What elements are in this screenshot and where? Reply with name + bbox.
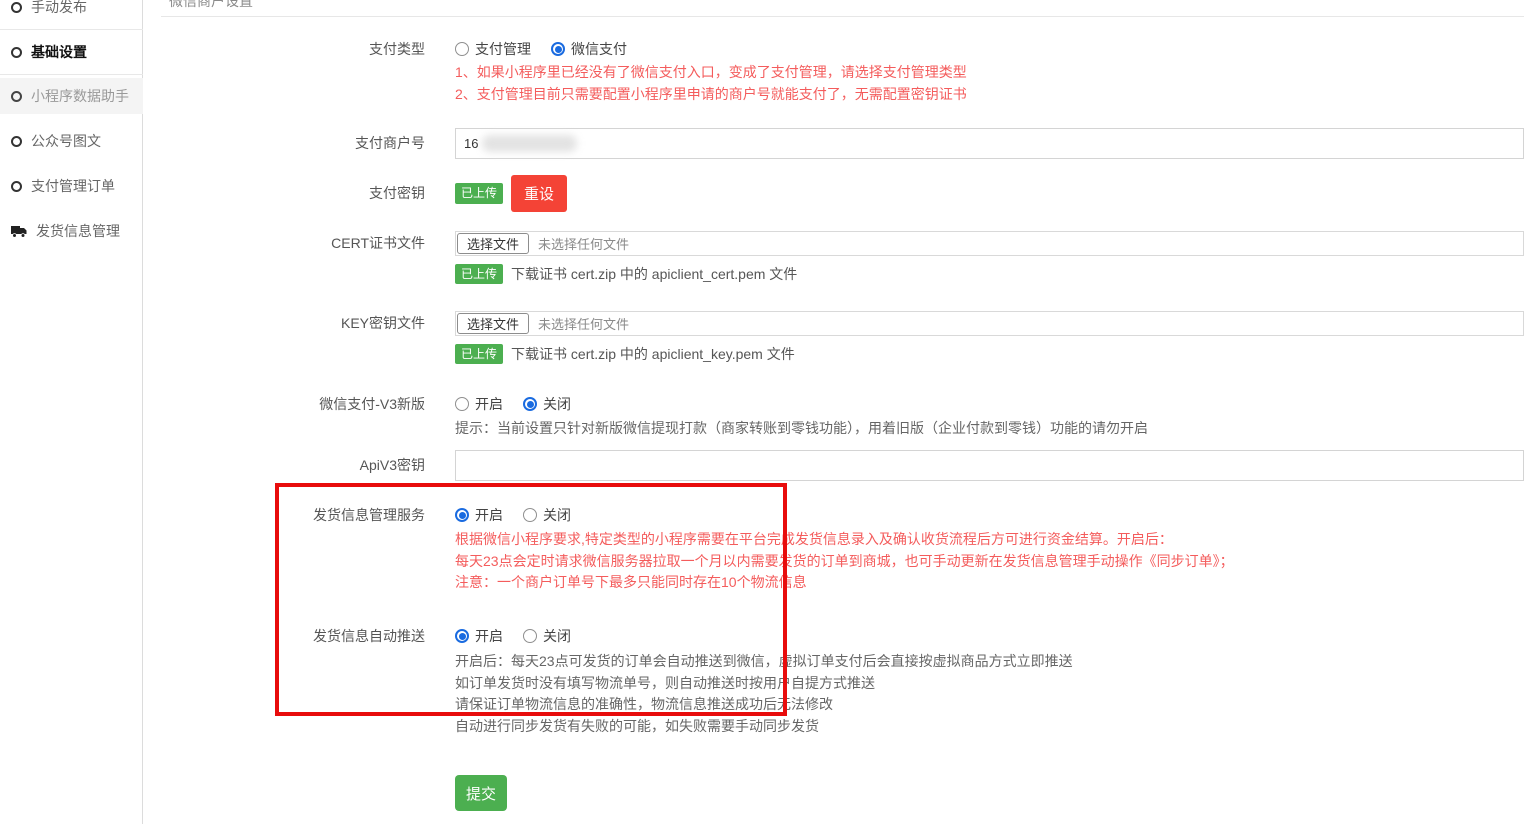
radio-option[interactable]: 关闭	[523, 394, 571, 414]
delivery-service-note-1: 根据微信小程序要求,特定类型的小程序需要在平台完成发货信息录入及确认收货流程后方…	[455, 529, 1524, 551]
uploaded-badge: 已上传	[455, 264, 503, 284]
submit-button[interactable]: 提交	[455, 775, 507, 811]
form-row-delivery-push: 发货信息自动推送 开启 关闭 开启后：每天23点可发货的订单会自动推送到微信，虚…	[163, 627, 1524, 737]
sidebar-item-shipping-info-manage[interactable]: 发货信息管理	[0, 216, 143, 246]
main-content: 微信商户设置 支付类型 支付管理 微信支付 1、如果小程序里已经没有了微信支付入…	[163, 0, 1524, 824]
radio-option[interactable]: 支付管理	[455, 39, 531, 59]
field-label: 发货信息自动推送	[163, 627, 425, 645]
radio-icon[interactable]	[455, 397, 469, 411]
delivery-push-hint-4: 自动进行同步发货有失败的可能，如失败需要手动同步发货	[455, 716, 1524, 738]
v3-radio-group: 开启 关闭	[455, 395, 1524, 413]
field-label: CERT证书文件	[163, 231, 425, 256]
radio-label: 开启	[475, 394, 503, 414]
field-label: 微信支付-V3新版	[163, 395, 425, 413]
form-row-key-file: KEY密钥文件 选择文件 未选择任何文件 已上传 下载证书 cert.zip 中…	[163, 311, 1524, 364]
merchant-id-value: 16	[464, 136, 478, 151]
radio-icon[interactable]	[523, 508, 537, 522]
radio-label: 关闭	[543, 505, 571, 525]
radio-label: 支付管理	[475, 39, 531, 59]
circle-icon	[11, 2, 22, 13]
radio-label: 开启	[475, 626, 503, 646]
radio-option[interactable]: 关闭	[523, 626, 571, 646]
radio-icon[interactable]	[551, 42, 565, 56]
choose-file-button[interactable]: 选择文件	[457, 313, 529, 334]
field-label: 支付密钥	[163, 175, 425, 212]
sidebar-item-basic-settings[interactable]: 基础设置	[0, 37, 143, 67]
form-row-delivery-service: 发货信息管理服务 开启 关闭 根据微信小程序要求,特定类型的小程序需要在平台完成…	[163, 506, 1524, 594]
delivery-push-hint-2: 如订单发货时没有填写物流单号，则自动推送时按用户自提方式推送	[455, 673, 1524, 695]
radio-icon[interactable]	[455, 42, 469, 56]
radio-label: 关闭	[543, 626, 571, 646]
form-row-pay-key: 支付密钥 已上传 重设	[163, 175, 1524, 212]
sidebar: 手动发布 基础设置 小程序数据助手 公众号图文 支付管理订单	[0, 0, 143, 824]
merchant-id-input[interactable]: 16	[455, 128, 1524, 159]
sidebar-item-payment-manage-orders[interactable]: 支付管理订单	[0, 171, 143, 201]
v3-hint: 提示：当前设置只针对新版微信提现打款（商家转账到零钱功能），用着旧版（企业付款到…	[455, 418, 1524, 440]
form-row-cert-file: CERT证书文件 选择文件 未选择任何文件 已上传 下载证书 cert.zip …	[163, 231, 1524, 284]
radio-label: 微信支付	[571, 39, 627, 59]
delivery-push-hint-3: 请保证订单物流信息的准确性，物流信息推送成功后无法修改	[455, 694, 1524, 716]
delivery-service-note-2: 每天23点会定时请求微信服务器拉取一个月以内需要发货的订单到商城，也可手动更新在…	[455, 551, 1524, 573]
radio-option[interactable]: 关闭	[523, 505, 571, 525]
field-label: 支付商户号	[163, 128, 425, 159]
sidebar-divider	[0, 74, 143, 75]
form-row-merchant-id: 支付商户号 16	[163, 128, 1524, 159]
redaction-blur	[482, 135, 577, 152]
delivery-push-hint-1: 开启后：每天23点可发货的订单会自动推送到微信，虚拟订单支付后会直接按虚拟商品方…	[455, 651, 1524, 673]
form-row-apiv3-key: ApiV3密钥	[163, 450, 1524, 481]
radio-option[interactable]: 微信支付	[551, 39, 627, 59]
pay-type-radio-group: 支付管理 微信支付	[455, 40, 1524, 58]
radio-option[interactable]: 开启	[455, 626, 503, 646]
cert-file-hint: 下载证书 cert.zip 中的 apiclient_cert.pem 文件	[511, 264, 797, 284]
circle-icon	[11, 136, 22, 147]
form-row-submit: 提交	[163, 775, 1524, 811]
circle-icon	[11, 91, 22, 102]
header-divider	[161, 16, 1524, 17]
field-label: 发货信息管理服务	[163, 506, 425, 524]
reset-key-button[interactable]: 重设	[511, 175, 567, 212]
field-label: ApiV3密钥	[163, 450, 425, 481]
radio-option[interactable]: 开启	[455, 394, 503, 414]
field-label: 支付类型	[163, 40, 425, 58]
page-title: 微信商户设置	[169, 0, 253, 11]
uploaded-badge: 已上传	[455, 183, 503, 203]
sidebar-item-label: 小程序数据助手	[31, 86, 129, 106]
circle-icon	[11, 47, 22, 58]
cert-file-input[interactable]: 选择文件 未选择任何文件	[455, 231, 1524, 256]
sidebar-item-label: 公众号图文	[31, 131, 101, 151]
no-file-chosen-text: 未选择任何文件	[538, 234, 629, 253]
key-file-input[interactable]: 选择文件 未选择任何文件	[455, 311, 1524, 336]
sidebar-divider	[0, 29, 143, 30]
delivery-push-radio-group: 开启 关闭	[455, 627, 1524, 645]
sidebar-item-label: 支付管理订单	[31, 176, 115, 196]
form-row-pay-type: 支付类型 支付管理 微信支付 1、如果小程序里已经没有了微信支付入口，变成了支付…	[163, 40, 1524, 105]
radio-icon[interactable]	[455, 629, 469, 643]
pay-type-note-1: 1、如果小程序里已经没有了微信支付入口，变成了支付管理，请选择支付管理类型	[455, 62, 1524, 84]
radio-icon[interactable]	[455, 508, 469, 522]
pay-type-note-2: 2、支付管理目前只需要配置小程序里申请的商户号就能支付了，无需配置密钥证书	[455, 84, 1524, 106]
radio-icon[interactable]	[523, 397, 537, 411]
radio-label: 开启	[475, 505, 503, 525]
field-label: KEY密钥文件	[163, 311, 425, 336]
circle-icon	[11, 181, 22, 192]
key-file-hint: 下载证书 cert.zip 中的 apiclient_key.pem 文件	[511, 344, 795, 364]
sidebar-item-label: 手动发布	[31, 0, 87, 17]
delivery-service-radio-group: 开启 关闭	[455, 506, 1524, 524]
sidebar-item-manual-publish[interactable]: 手动发布	[0, 0, 143, 22]
wechat-merchant-settings-page: 手动发布 基础设置 小程序数据助手 公众号图文 支付管理订单	[0, 0, 1524, 824]
radio-option[interactable]: 开启	[455, 505, 503, 525]
radio-icon[interactable]	[523, 629, 537, 643]
apiv3-key-input[interactable]	[455, 450, 1524, 481]
sidebar-item-label: 基础设置	[31, 42, 87, 62]
sidebar-item-miniprogram-data-assistant[interactable]: 小程序数据助手	[0, 81, 143, 111]
no-file-chosen-text: 未选择任何文件	[538, 314, 629, 333]
choose-file-button[interactable]: 选择文件	[457, 233, 529, 254]
truck-icon	[11, 225, 27, 238]
delivery-service-note-3: 注意：一个商户订单号下最多只能同时存在10个物流信息	[455, 572, 1524, 594]
uploaded-badge: 已上传	[455, 344, 503, 364]
sidebar-item-official-account-articles[interactable]: 公众号图文	[0, 126, 143, 156]
form-row-v3: 微信支付-V3新版 开启 关闭 提示：当前设置只针对新版微信提现打款（商家转账到…	[163, 395, 1524, 440]
radio-label: 关闭	[543, 394, 571, 414]
sidebar-item-label: 发货信息管理	[36, 221, 120, 241]
